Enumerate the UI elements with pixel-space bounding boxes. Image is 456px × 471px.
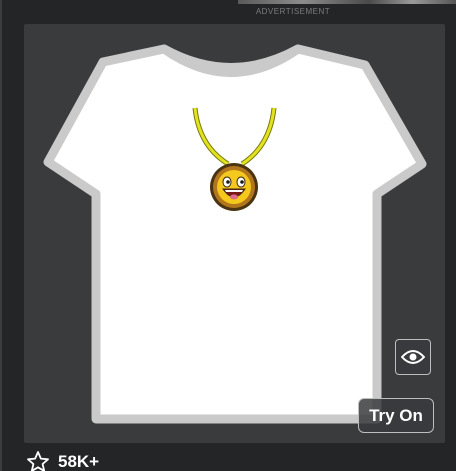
- item-details-page: ADVERTISEMENT Try On 58K+: [0, 0, 456, 471]
- view-3d-button[interactable]: [395, 339, 431, 375]
- advertisement-label: ADVERTISEMENT: [255, 7, 331, 16]
- page-edge-divider: [0, 0, 2, 471]
- favorite-button[interactable]: 58K+: [26, 451, 99, 471]
- favorite-count: 58K+: [58, 452, 100, 471]
- smiley-pendant: [210, 163, 258, 211]
- advertisement-image[interactable]: [238, 0, 456, 4]
- try-on-button[interactable]: Try On: [358, 398, 434, 433]
- t-shirt-body: [43, 44, 427, 424]
- item-thumbnail-card: Try On: [24, 24, 445, 443]
- eye-icon: [401, 350, 425, 364]
- advertisement-banner[interactable]: ADVERTISEMENT: [238, 0, 456, 20]
- star-icon: [26, 450, 50, 471]
- t-shirt-thumbnail-image: [43, 44, 427, 424]
